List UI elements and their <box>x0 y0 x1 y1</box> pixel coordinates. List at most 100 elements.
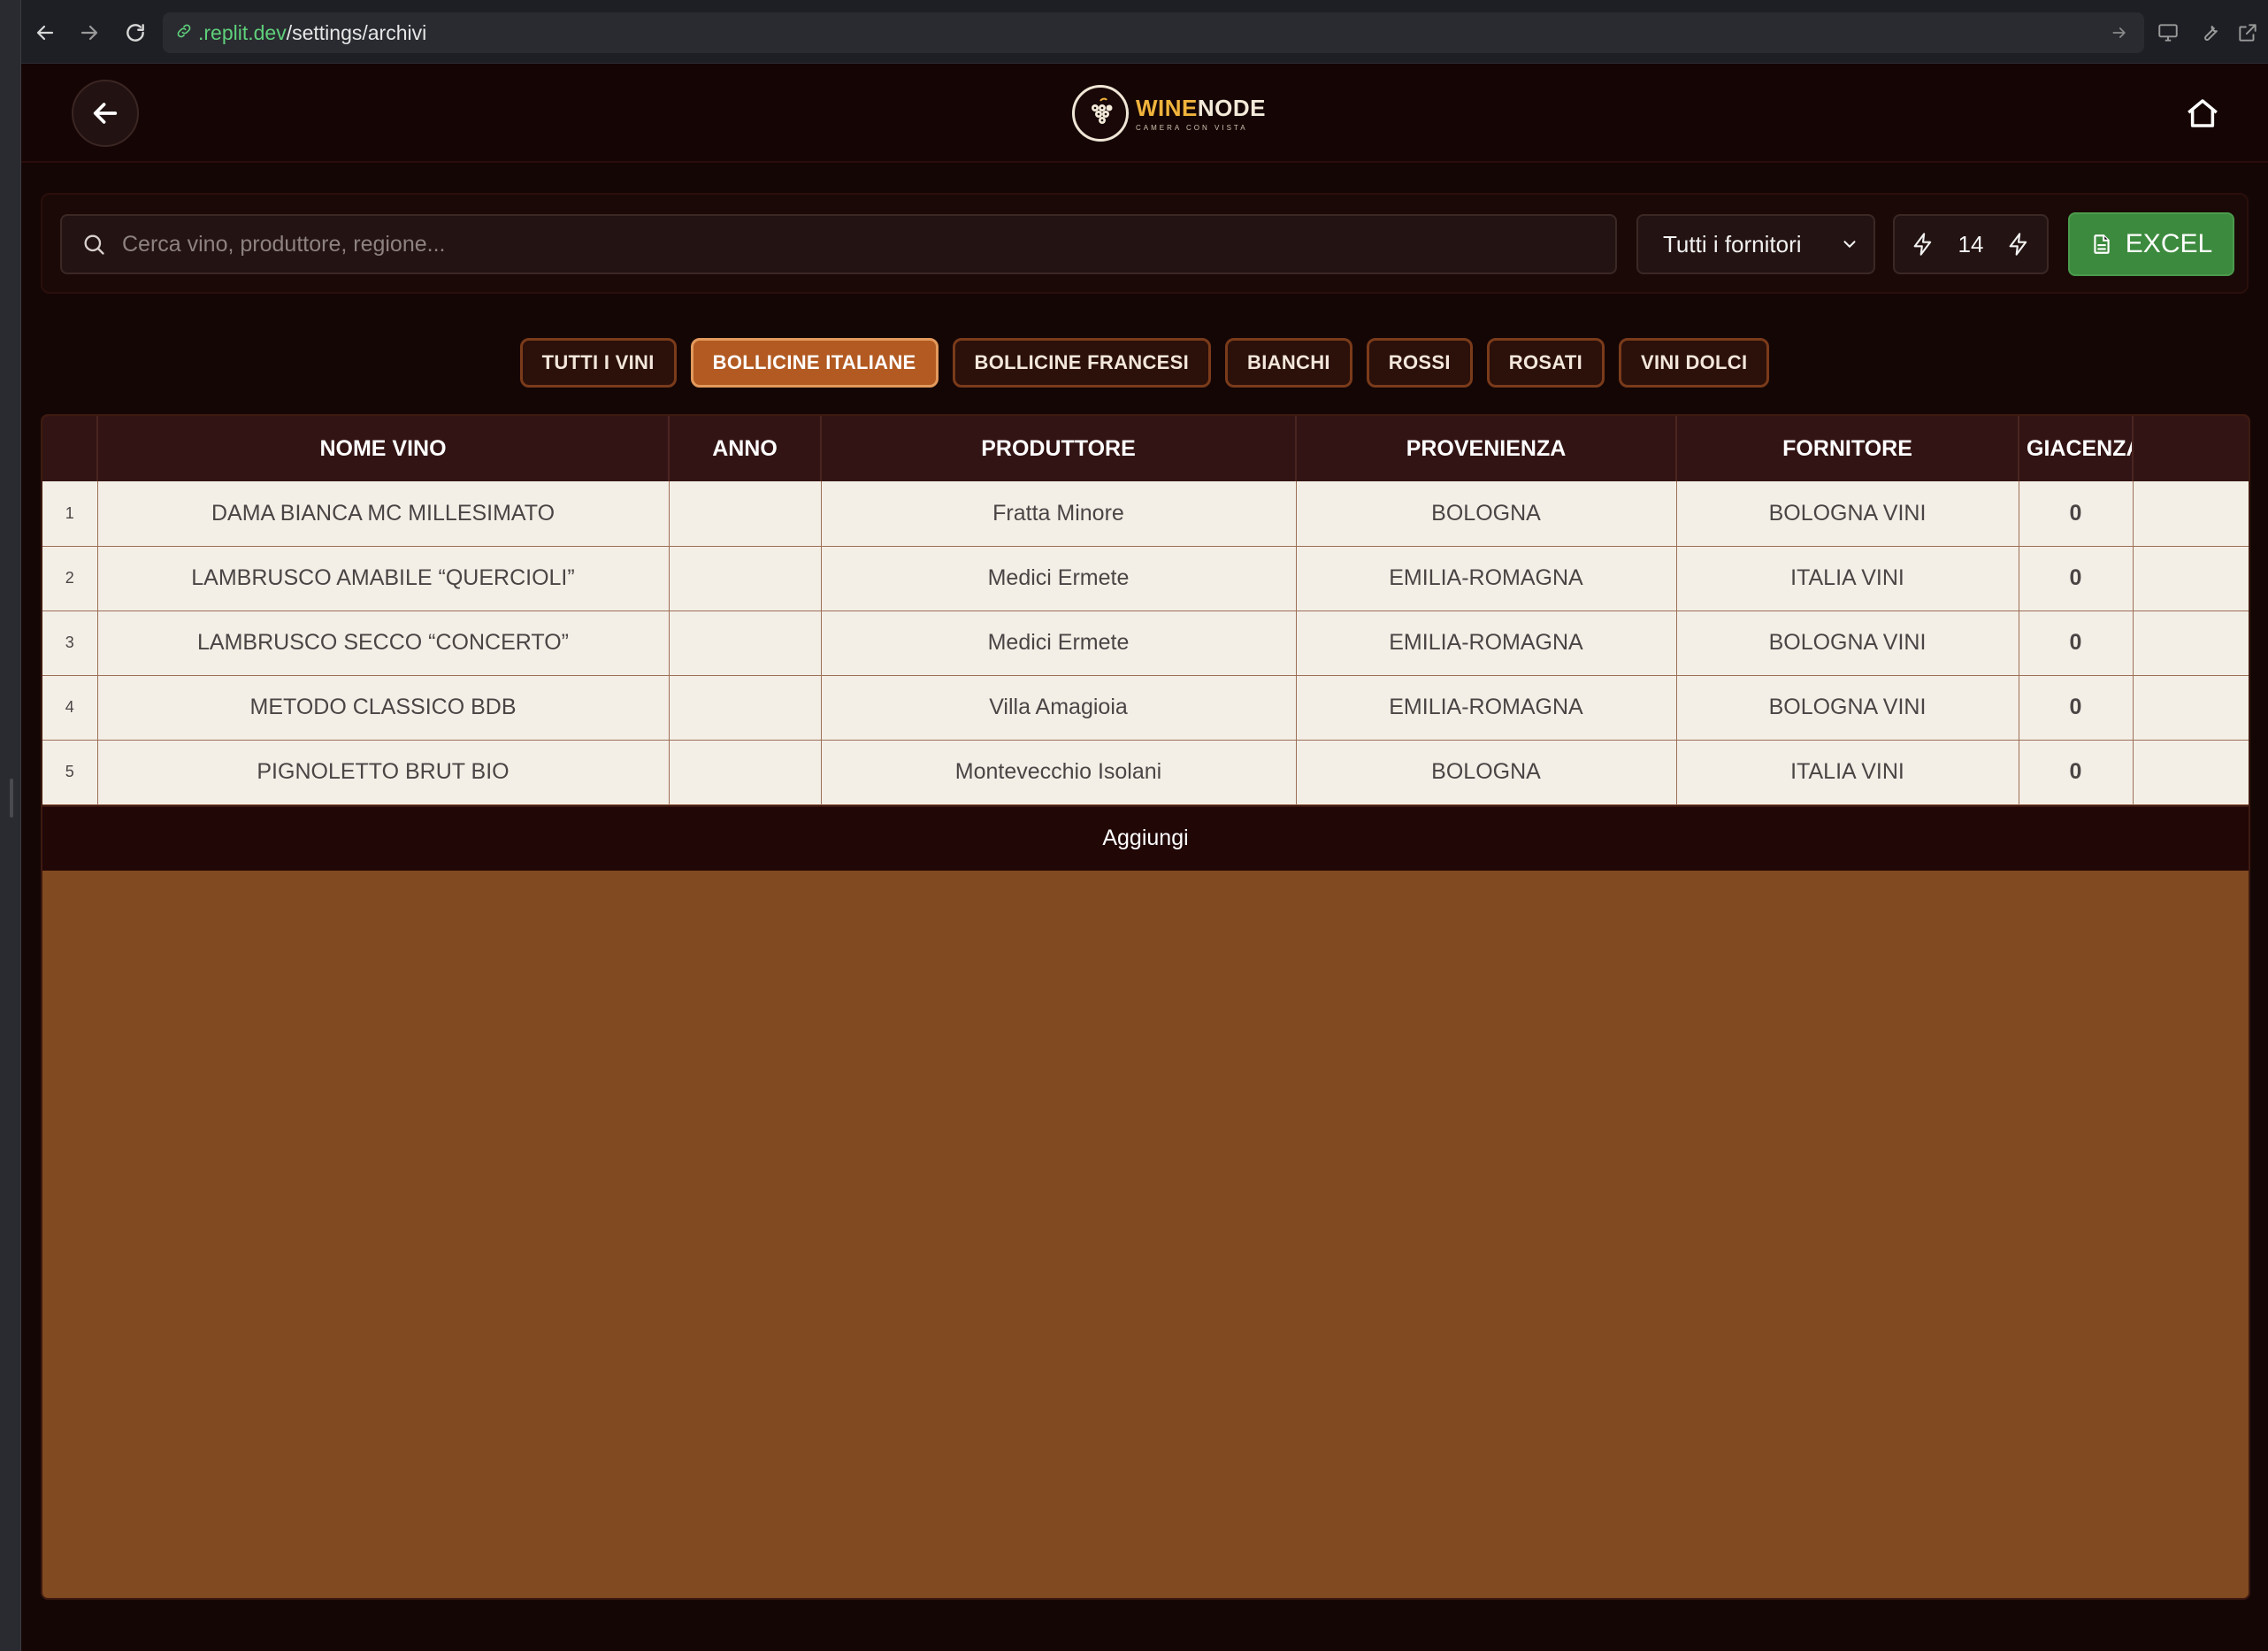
row-index: 4 <box>42 675 98 741</box>
cell-anno[interactable] <box>669 675 822 741</box>
cell-provenienza[interactable]: EMILIA-ROMAGNA <box>1296 610 1677 676</box>
cell-giacenza[interactable]: 0 <box>2019 546 2134 611</box>
home-button[interactable] <box>2180 90 2226 136</box>
row-index: 3 <box>42 610 98 676</box>
cell-extra <box>2133 481 2249 547</box>
cell-provenienza[interactable]: BOLOGNA <box>1296 481 1677 547</box>
row-index: 1 <box>42 481 98 547</box>
cell-produttore[interactable]: Medici Ermete <box>821 546 1297 611</box>
cell-produttore[interactable]: Fratta Minore <box>821 481 1297 547</box>
cell-anno[interactable] <box>669 481 822 547</box>
cell-nome-vino[interactable]: PIGNOLETTO BRUT BIO <box>97 740 670 805</box>
home-icon <box>2188 99 2218 127</box>
supplier-select[interactable]: Tutti i fornitori <box>1636 214 1875 274</box>
wine-counter: 14 <box>1893 214 2049 274</box>
tab-bollicine-italiane[interactable]: BOLLICINE ITALIANE <box>690 338 939 388</box>
cell-fornitore[interactable]: BOLOGNA VINI <box>1676 675 2019 741</box>
add-wine-button[interactable]: Aggiungi <box>42 804 2249 871</box>
cell-fornitore[interactable]: BOLOGNA VINI <box>1676 481 2019 547</box>
arrow-left-icon <box>93 103 118 124</box>
cell-giacenza[interactable]: 0 <box>2019 481 2134 547</box>
column-header-extra <box>2133 416 2249 481</box>
url-host: .replit.dev <box>198 20 287 44</box>
table-header-row: NOME VINO ANNO PRODUTTORE PROVENIENZA FO… <box>42 416 2249 481</box>
cell-extra <box>2133 675 2249 741</box>
row-index: 2 <box>42 546 98 611</box>
wrench-icon[interactable] <box>2195 18 2225 48</box>
column-header-anno[interactable]: ANNO <box>669 416 822 481</box>
column-header-fornitore[interactable]: FORNITORE <box>1676 416 2019 481</box>
cell-anno[interactable] <box>669 546 822 611</box>
grape-icon <box>1072 85 1129 142</box>
app-root: WINENODE CAMERA CON VISTA Tutti i fornit… <box>21 64 2268 1651</box>
logo-subtitle: CAMERA CON VISTA <box>1136 124 1248 132</box>
cell-nome-vino[interactable]: METODO CLASSICO BDB <box>97 675 670 741</box>
lightning-icon[interactable] <box>2006 232 2031 257</box>
tab-tutti-i-vini[interactable]: TUTTI I VINI <box>519 338 677 388</box>
cell-nome-vino[interactable]: LAMBRUSCO AMABILE “QUERCIOLI” <box>97 546 670 611</box>
cell-provenienza[interactable]: EMILIA-ROMAGNA <box>1296 546 1677 611</box>
column-header-produttore[interactable]: PRODUTTORE <box>821 416 1297 481</box>
cell-produttore[interactable]: Medici Ermete <box>821 610 1297 676</box>
cell-anno[interactable] <box>669 740 822 805</box>
cell-provenienza[interactable]: BOLOGNA <box>1296 740 1677 805</box>
desktop-left-strip <box>0 0 21 1651</box>
cell-provenienza[interactable]: EMILIA-ROMAGNA <box>1296 675 1677 741</box>
winenode-logo: WINENODE CAMERA CON VISTA <box>1072 81 1266 145</box>
monitor-icon[interactable] <box>2153 18 2183 48</box>
tab-bianchi[interactable]: BIANCHI <box>1225 338 1352 388</box>
forward-arrow-icon[interactable] <box>74 18 104 48</box>
table-row[interactable]: 1 DAMA BIANCA MC MILLESIMATO Fratta Mino… <box>42 481 2249 547</box>
table-row[interactable]: 5 PIGNOLETTO BRUT BIO Montevecchio Isola… <box>42 740 2249 805</box>
address-bar[interactable]: .replit.dev/settings/archivi <box>163 12 2144 53</box>
tab-rossi[interactable]: ROSSI <box>1366 338 1473 388</box>
cell-giacenza[interactable]: 0 <box>2019 610 2134 676</box>
cell-produttore[interactable]: Montevecchio Isolani <box>821 740 1297 805</box>
category-tabs: TUTTI I VINI BOLLICINE ITALIANE BOLLICIN… <box>21 338 2268 389</box>
counter-value: 14 <box>1958 230 1984 257</box>
resize-handle[interactable] <box>10 779 13 818</box>
cell-fornitore[interactable]: ITALIA VINI <box>1676 740 2019 805</box>
link-icon <box>175 21 193 45</box>
excel-export-button[interactable]: EXCEL <box>2068 212 2234 276</box>
column-header-nome-vino[interactable]: NOME VINO <box>97 416 670 481</box>
url-path: /settings/archivi <box>286 20 427 44</box>
table-row[interactable]: 3 LAMBRUSCO SECCO “CONCERTO” Medici Erme… <box>42 610 2249 676</box>
cell-giacenza[interactable]: 0 <box>2019 740 2134 805</box>
browser-toolbar: .replit.dev/settings/archivi <box>21 0 2268 64</box>
table-row[interactable]: 4 METODO CLASSICO BDB Villa Amagioia EMI… <box>42 675 2249 741</box>
back-button[interactable] <box>72 80 139 147</box>
cell-extra <box>2133 740 2249 805</box>
reload-icon[interactable] <box>120 18 150 48</box>
column-header-giacenza[interactable]: GIACENZA <box>2019 416 2134 481</box>
cell-fornitore[interactable]: ITALIA VINI <box>1676 546 2019 611</box>
tab-vini-dolci[interactable]: VINI DOLCI <box>1619 338 1770 388</box>
tab-bollicine-francesi[interactable]: BOLLICINE FRANCESI <box>952 338 1212 388</box>
logo-wordmark: WINENODE <box>1136 95 1267 121</box>
cell-fornitore[interactable]: BOLOGNA VINI <box>1676 610 2019 676</box>
lightning-icon[interactable] <box>1911 232 1935 257</box>
cell-nome-vino[interactable]: LAMBRUSCO SECCO “CONCERTO” <box>97 610 670 676</box>
row-index: 5 <box>42 740 98 805</box>
cell-giacenza[interactable]: 0 <box>2019 675 2134 741</box>
column-header-provenienza[interactable]: PROVENIENZA <box>1296 416 1677 481</box>
table-row[interactable]: 2 LAMBRUSCO AMABILE “QUERCIOLI” Medici E… <box>42 546 2249 611</box>
go-arrow-icon[interactable] <box>2111 23 2128 47</box>
wine-table: NOME VINO ANNO PRODUTTORE PROVENIENZA FO… <box>42 416 2249 805</box>
cell-nome-vino[interactable]: DAMA BIANCA MC MILLESIMATO <box>97 481 670 547</box>
file-icon <box>2094 234 2110 254</box>
search-input[interactable] <box>122 231 1537 257</box>
filter-toolbar: Tutti i fornitori 14 EXCEL <box>41 193 2249 294</box>
tab-rosati[interactable]: ROSATI <box>1486 338 1605 388</box>
search-icon <box>84 234 104 255</box>
cell-produttore[interactable]: Villa Amagioia <box>821 675 1297 741</box>
back-arrow-icon[interactable] <box>30 18 60 48</box>
cell-anno[interactable] <box>669 610 822 676</box>
external-link-icon[interactable] <box>2233 18 2263 48</box>
wine-table-container: NOME VINO ANNO PRODUTTORE PROVENIENZA FO… <box>41 414 2250 1600</box>
search-box[interactable] <box>60 214 1617 274</box>
excel-label: EXCEL <box>2125 229 2213 258</box>
cell-extra <box>2133 546 2249 611</box>
app-header: WINENODE CAMERA CON VISTA <box>21 64 2268 163</box>
cell-extra <box>2133 610 2249 676</box>
